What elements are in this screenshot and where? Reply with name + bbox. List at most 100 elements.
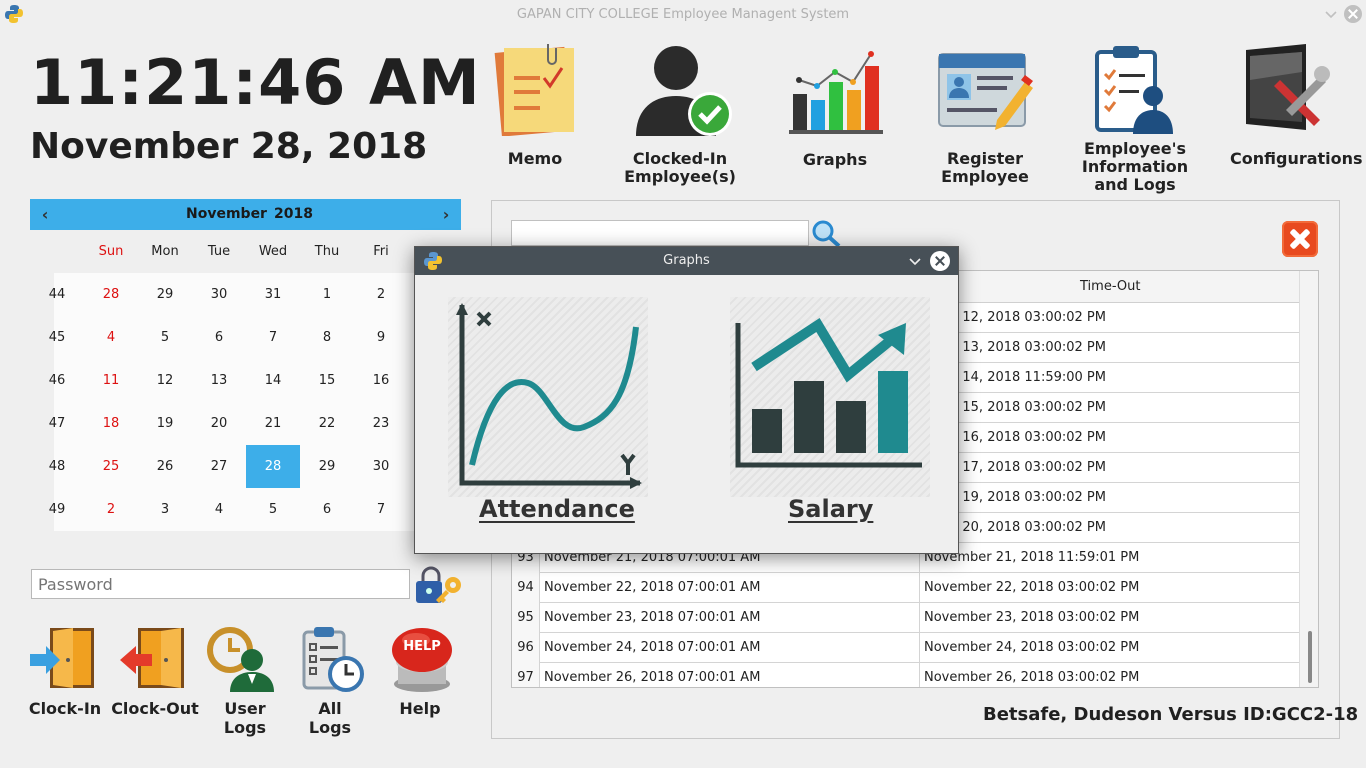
toolbar-configurations-label[interactable]: Configurations — [1230, 150, 1363, 168]
calendar-day[interactable]: 30 — [354, 445, 408, 488]
week-number: 44 — [48, 287, 66, 302]
user-logs-label[interactable]: User Logs — [205, 699, 285, 737]
clocked-in-icon[interactable] — [636, 40, 732, 136]
calendar-day[interactable]: 7 — [354, 488, 408, 531]
dialog-titlebar[interactable]: Graphs — [415, 247, 958, 275]
clock-out-door-icon[interactable] — [118, 624, 188, 694]
calendar-day[interactable]: 23 — [354, 402, 408, 445]
search-icon[interactable] — [810, 219, 842, 247]
calendar-day[interactable]: 28 — [246, 445, 300, 488]
graphs-icon[interactable] — [787, 40, 883, 136]
toolbar-memo-label[interactable]: Memo — [485, 150, 585, 168]
time-out-cell: November 22, 2018 03:00:02 PM — [924, 580, 1140, 595]
calendar-day[interactable]: 27 — [192, 445, 246, 488]
toolbar-register-label[interactable]: Register Employee — [930, 150, 1040, 186]
calendar-day[interactable]: 29 — [138, 273, 192, 316]
window-close-button[interactable] — [1344, 5, 1362, 23]
table-row[interactable]: 95 November 23, 2018 07:00:01 AM November … — [512, 603, 1299, 633]
calendar-day[interactable]: 3 — [138, 488, 192, 531]
employee-info-icon[interactable] — [1087, 40, 1183, 136]
calendar-day[interactable]: 5 — [246, 488, 300, 531]
calendar-day[interactable]: 4 — [84, 316, 138, 359]
register-icon[interactable] — [937, 40, 1033, 136]
clock-in-door-icon[interactable] — [28, 624, 98, 694]
close-panel-button[interactable] — [1282, 221, 1318, 257]
calendar-day[interactable]: 28 — [84, 273, 138, 316]
time-in-cell: November 24, 2018 07:00:01 AM — [540, 633, 920, 663]
user-logs-icon[interactable] — [206, 624, 276, 694]
clock-out-label[interactable]: Clock-Out — [110, 699, 200, 718]
attendance-label[interactable]: Attendance — [479, 495, 635, 523]
calendar-day[interactable]: 2 — [84, 488, 138, 531]
dow-wed: Wed — [258, 244, 288, 259]
calendar-day[interactable]: 20 — [192, 402, 246, 445]
table-row[interactable]: 94 November 22, 2018 07:00:01 AM November … — [512, 573, 1299, 603]
salary-chart-icon — [735, 317, 922, 468]
scrollbar-thumb[interactable] — [1308, 631, 1312, 683]
calendar-day[interactable]: 25 — [84, 445, 138, 488]
calendar-day[interactable]: 14 — [246, 359, 300, 402]
dow-tue: Tue — [207, 244, 231, 259]
dow-fri: Fri — [373, 244, 389, 259]
calendar-day[interactable]: 21 — [246, 402, 300, 445]
python-app-icon — [5, 5, 23, 23]
calendar-day[interactable]: 7 — [246, 316, 300, 359]
time-in-cell: November 26, 2018 07:00:01 AM — [540, 663, 920, 687]
calendar-day[interactable]: 26 — [138, 445, 192, 488]
configurations-icon[interactable] — [1240, 40, 1336, 136]
password-input[interactable] — [31, 569, 410, 599]
table-row[interactable]: 97 November 26, 2018 07:00:01 AM November … — [512, 663, 1299, 687]
time-out-cell: November 23, 2018 03:00:02 PM — [924, 610, 1140, 625]
memo-icon[interactable] — [490, 40, 586, 136]
dialog-close-button[interactable] — [930, 251, 950, 271]
all-logs-icon[interactable] — [298, 624, 368, 694]
dialog-minimize-icon[interactable] — [906, 252, 924, 270]
calendar-day[interactable]: 30 — [192, 273, 246, 316]
calendar-day[interactable]: 12 — [138, 359, 192, 402]
salary-label[interactable]: Salary — [788, 495, 873, 523]
calendar-day[interactable]: 4 — [192, 488, 246, 531]
calendar-year[interactable]: 2018 — [274, 206, 313, 222]
calendar: ‹ November 2018 › — [30, 199, 461, 230]
calendar-day[interactable]: 6 — [300, 488, 354, 531]
header-time-out[interactable]: Time-Out — [1080, 279, 1140, 294]
calendar-day[interactable]: 18 — [84, 402, 138, 445]
week-number: 46 — [48, 373, 66, 388]
calendar-prev-icon[interactable]: ‹ — [30, 199, 60, 230]
help-button-icon[interactable]: HELP — [386, 624, 456, 694]
toolbar-graphs-label[interactable]: Graphs — [785, 151, 885, 169]
calendar-day[interactable]: 5 — [138, 316, 192, 359]
toolbar-employee-info-label[interactable]: Employee's Information and Logs — [1075, 140, 1195, 194]
calendar-day[interactable]: 31 — [246, 273, 300, 316]
clock-in-label[interactable]: Clock-In — [20, 699, 110, 718]
calendar-day[interactable]: 2 — [354, 273, 408, 316]
calendar-day[interactable]: 29 — [300, 445, 354, 488]
table-scrollbar[interactable] — [1299, 271, 1318, 687]
time-out-cell: November 24, 2018 03:00:02 PM — [924, 640, 1140, 655]
calendar-day[interactable]: 22 — [300, 402, 354, 445]
calendar-day[interactable]: 11 — [84, 359, 138, 402]
lock-key-icon[interactable] — [413, 565, 465, 607]
time-out-cell: mber 19, 2018 03:00:02 PM — [924, 490, 1106, 505]
calendar-day[interactable]: 15 — [300, 359, 354, 402]
calendar-day[interactable]: 9 — [354, 316, 408, 359]
calendar-next-icon[interactable]: › — [431, 199, 461, 230]
search-input[interactable] — [511, 220, 809, 246]
calendar-month[interactable]: November — [186, 206, 267, 222]
minimize-chevron-icon[interactable] — [1322, 4, 1340, 24]
calendar-day[interactable]: 1 — [300, 273, 354, 316]
calendar-day[interactable]: 13 — [192, 359, 246, 402]
calendar-day[interactable]: 8 — [300, 316, 354, 359]
attendance-graph-button[interactable] — [448, 297, 648, 497]
week-number: 47 — [48, 416, 66, 431]
help-label[interactable]: Help — [380, 699, 460, 718]
time-in-cell: November 22, 2018 07:00:01 AM — [540, 573, 920, 603]
calendar-day[interactable]: 16 — [354, 359, 408, 402]
attendance-chart-icon — [456, 303, 642, 489]
salary-graph-button[interactable] — [730, 297, 930, 497]
calendar-day[interactable]: 19 — [138, 402, 192, 445]
toolbar-clocked-in-label[interactable]: Clocked-In Employee(s) — [620, 150, 740, 186]
calendar-day[interactable]: 6 — [192, 316, 246, 359]
all-logs-label[interactable]: All Logs — [290, 699, 370, 737]
table-row[interactable]: 96 November 24, 2018 07:00:01 AM November … — [512, 633, 1299, 663]
